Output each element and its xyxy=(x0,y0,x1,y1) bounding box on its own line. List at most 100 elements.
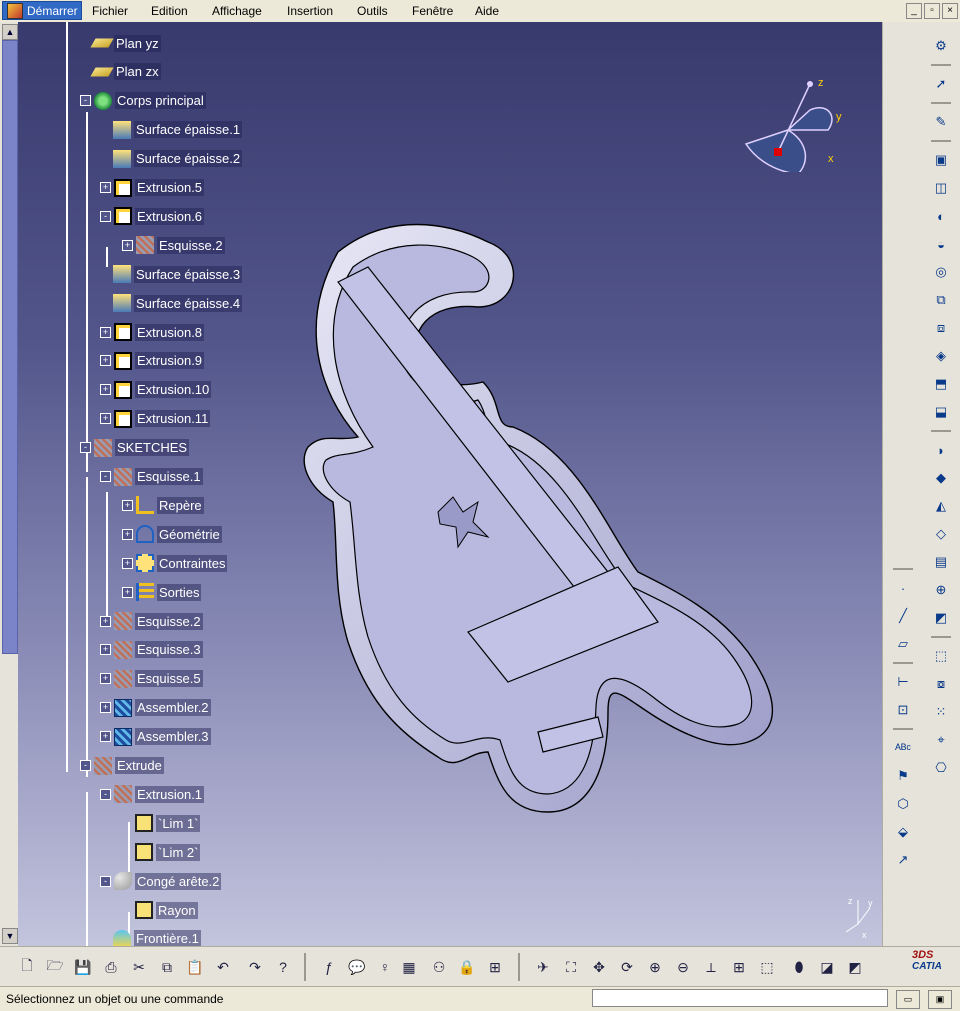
swap-space-icon[interactable]: ◩ xyxy=(844,956,866,978)
expand-icon[interactable]: + xyxy=(100,384,111,396)
redo-icon[interactable]: ↷ xyxy=(244,956,266,978)
boolean-icon[interactable]: ⧇ xyxy=(929,672,953,696)
iso-view-icon[interactable]: ⬚ xyxy=(756,956,778,978)
tree-scrollbar[interactable]: ▲ ▼ xyxy=(0,22,18,946)
tree-node[interactable]: Surface épaisse.1 xyxy=(100,119,243,141)
scaling-icon[interactable]: ⌖ xyxy=(929,728,953,752)
save-icon[interactable]: 💾 xyxy=(72,956,94,978)
tree-node[interactable]: + Sorties xyxy=(122,581,202,603)
whats-this-icon[interactable]: ? xyxy=(272,956,294,978)
sketcher-settings-icon[interactable]: ⚙ xyxy=(929,34,953,58)
tree-node[interactable]: + Extrusion.9 xyxy=(100,350,205,372)
tree-node[interactable]: - Extrude xyxy=(80,755,164,777)
tree-node[interactable]: + Extrusion.11 xyxy=(100,408,211,430)
hide-show-icon[interactable]: ◪ xyxy=(816,956,838,978)
line-icon[interactable]: ╱ xyxy=(891,604,915,628)
tree-node[interactable]: - Congé arête.2 xyxy=(100,870,222,892)
multi-pad-icon[interactable]: ⬒ xyxy=(929,372,953,396)
menu-edition[interactable]: Edition xyxy=(151,4,188,18)
collapse-icon[interactable]: - xyxy=(80,760,91,771)
menu-affichage[interactable]: Affichage xyxy=(212,4,262,18)
shaft-icon[interactable]: ◐ xyxy=(929,204,953,228)
expand-icon[interactable]: + xyxy=(100,644,111,656)
expand-icon[interactable]: + xyxy=(100,731,111,743)
material-icon[interactable]: ⬡ xyxy=(891,792,915,816)
tree-node[interactable]: + Assembler.3 xyxy=(100,726,211,748)
scan-icon[interactable]: ⚇ xyxy=(428,956,450,978)
cookie-cutter-part[interactable] xyxy=(278,212,798,832)
formula-icon[interactable]: ƒ xyxy=(318,956,340,978)
draft-icon[interactable]: ◭ xyxy=(929,494,953,518)
expand-icon[interactable]: + xyxy=(100,355,111,367)
tree-node[interactable]: Plan zx xyxy=(80,61,161,83)
tree-node[interactable]: + Repère xyxy=(122,494,204,516)
tree-node[interactable]: + Contraintes xyxy=(122,552,228,574)
zoom-out-icon[interactable]: ⊖ xyxy=(672,956,694,978)
tree-node[interactable]: Plan yz xyxy=(80,32,161,54)
shell-icon[interactable]: ◇ xyxy=(929,522,953,546)
zoom-in-icon[interactable]: ⊕ xyxy=(644,956,666,978)
edge-fillet-icon[interactable]: ◗ xyxy=(929,438,953,462)
status-window-icon[interactable]: ▭ xyxy=(896,990,920,1009)
tree-node[interactable]: Rayon xyxy=(122,899,198,921)
sketch-icon[interactable]: ✎ xyxy=(929,110,953,134)
expand-icon[interactable]: + xyxy=(122,586,133,598)
collapse-icon[interactable]: - xyxy=(100,210,111,222)
point-icon[interactable]: · xyxy=(891,576,915,600)
compass-widget[interactable]: z y x xyxy=(738,62,868,172)
chamfer-icon[interactable]: ◆ xyxy=(929,466,953,490)
tree-node[interactable]: Frontière.1 xyxy=(100,928,201,946)
expand-icon[interactable]: + xyxy=(100,673,111,685)
pad-icon[interactable]: ▣ xyxy=(929,148,953,172)
tree-node[interactable]: - Extrusion.6 xyxy=(100,205,205,227)
close-icon[interactable]: × xyxy=(942,3,958,19)
new-file-icon[interactable]: 🗋 xyxy=(16,956,38,978)
tree-node[interactable]: + Esquisse.3 xyxy=(100,639,203,661)
minimize-icon[interactable]: _ xyxy=(906,3,922,19)
rib-icon[interactable]: ⧉ xyxy=(929,288,953,312)
flag-note-icon[interactable]: ⚑ xyxy=(891,764,915,788)
tree-node[interactable]: + Esquisse.2 xyxy=(100,610,203,632)
parameters-icon[interactable]: ⊞ xyxy=(484,956,506,978)
menu-fenetre[interactable]: Fenêtre xyxy=(412,4,453,18)
menu-outils[interactable]: Outils xyxy=(357,4,388,18)
expand-icon[interactable]: + xyxy=(122,528,133,540)
collapse-icon[interactable]: - xyxy=(100,875,111,887)
restore-icon[interactable]: ▫ xyxy=(924,3,940,19)
tree-node[interactable]: - Corps principal xyxy=(80,90,206,112)
measure-between-icon[interactable]: ↗ xyxy=(891,848,915,872)
command-input[interactable] xyxy=(592,989,888,1007)
tree-node[interactable]: + Esquisse.5 xyxy=(100,668,203,690)
contact-constraint-icon[interactable]: ⊡ xyxy=(891,698,915,722)
mirror-icon[interactable]: ◩ xyxy=(929,606,953,630)
light-bulb-icon[interactable]: ♀ xyxy=(374,956,396,978)
select-arrow-icon[interactable]: ➚ xyxy=(929,72,953,96)
tree-node[interactable]: + Extrusion.5 xyxy=(100,177,205,199)
expand-icon[interactable]: + xyxy=(100,702,111,714)
normal-view-icon[interactable]: ⟂ xyxy=(700,956,722,978)
print-icon[interactable]: ⎙ xyxy=(100,956,122,978)
expand-icon[interactable]: + xyxy=(122,499,133,511)
menu-insertion[interactable]: Insertion xyxy=(287,4,333,18)
undo-icon[interactable]: ↶ xyxy=(212,956,234,978)
open-file-icon[interactable]: 🗁 xyxy=(44,956,66,978)
menu-fichier[interactable]: Fichier xyxy=(92,4,128,18)
translate-icon[interactable]: ⊕ xyxy=(929,578,953,602)
collapse-icon[interactable]: - xyxy=(100,471,111,482)
stiffener-icon[interactable]: ⬓ xyxy=(929,400,953,424)
copy-icon[interactable]: ⧉ xyxy=(156,956,178,978)
collapse-icon[interactable]: - xyxy=(80,442,91,454)
tree-node[interactable]: + Esquisse.2 xyxy=(122,234,225,256)
expand-icon[interactable]: + xyxy=(100,182,111,193)
table-icon[interactable]: ▦ xyxy=(398,956,420,978)
menu-aide[interactable]: Aide xyxy=(475,4,499,18)
tree-node[interactable]: + Assembler.2 xyxy=(100,697,211,719)
knowledge-icon[interactable]: 💬 xyxy=(346,956,368,978)
tree-node[interactable]: `Lim 1` xyxy=(122,812,201,834)
rectangular-pattern-icon[interactable]: ⁙ xyxy=(929,700,953,724)
fit-all-icon[interactable]: ⛶ xyxy=(560,956,582,978)
collapse-icon[interactable]: - xyxy=(80,95,91,107)
3d-viewport[interactable]: Plan yz Plan zx - Corps principal Surface ép… xyxy=(18,22,882,946)
multi-view-icon[interactable]: ⊞ xyxy=(728,956,750,978)
thickness-icon[interactable]: ▤ xyxy=(929,550,953,574)
